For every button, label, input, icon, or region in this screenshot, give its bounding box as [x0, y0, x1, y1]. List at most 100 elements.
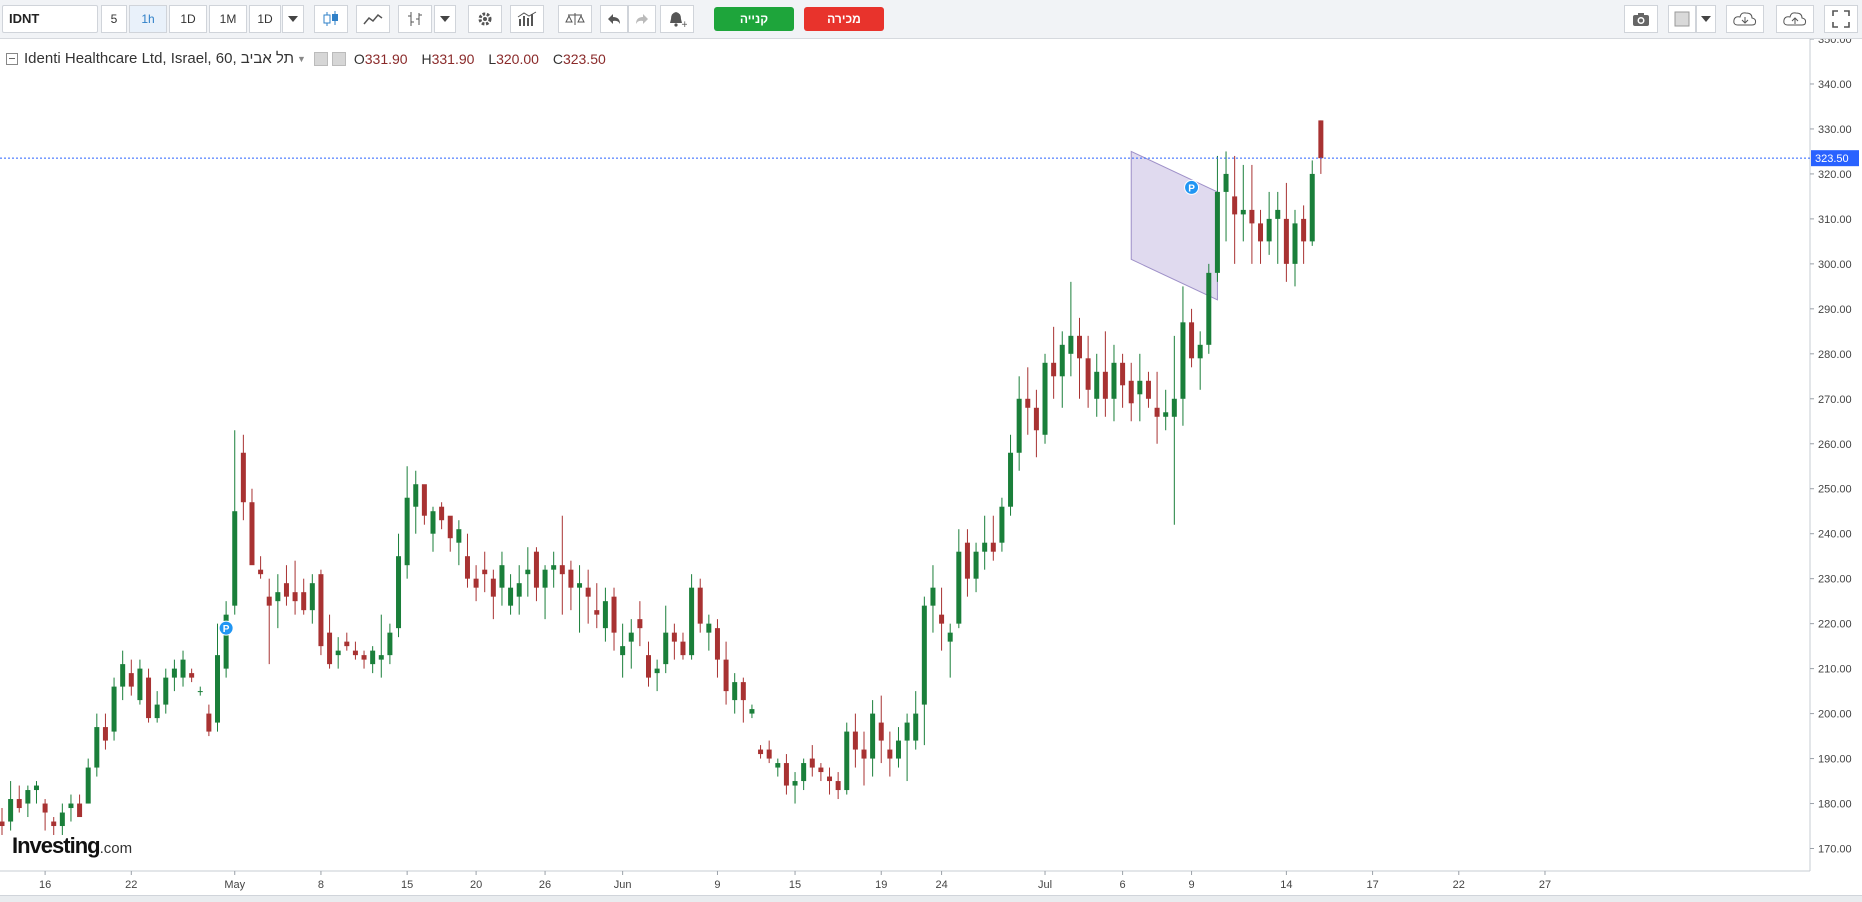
candle-body [378, 655, 384, 660]
open-value: 331.90 [364, 50, 408, 67]
current-price-label: 323.50 [1815, 153, 1849, 165]
dropdown-arrow-icon[interactable] [434, 5, 456, 33]
time-tick-label: Jul [1038, 879, 1052, 891]
candle-body [1249, 209, 1255, 224]
interval-1h-button[interactable]: 1h [129, 5, 167, 33]
candle-body [68, 803, 74, 809]
time-tick-label: 14 [1280, 879, 1292, 891]
price-tick-label: 340.00 [1818, 79, 1852, 91]
buy-button[interactable]: קנייה [714, 7, 794, 31]
candle-body [577, 583, 583, 588]
candle-body [628, 632, 634, 642]
candle-body [266, 596, 272, 606]
settings-gear-icon[interactable] [468, 5, 502, 33]
price-tick-label: 330.00 [1818, 124, 1852, 136]
candle-body [154, 704, 160, 719]
interval-1d-button[interactable]: 1D [169, 5, 207, 33]
candle-body [508, 587, 514, 606]
line-chart-icon[interactable] [356, 5, 390, 33]
redo-icon[interactable] [628, 5, 656, 33]
candle-body [559, 565, 565, 575]
candle-body [120, 664, 126, 687]
cloud-download-icon[interactable] [1726, 5, 1764, 33]
candle-body [1120, 362, 1126, 386]
candle-body [370, 650, 376, 665]
candle-body [111, 686, 117, 732]
time-tick-label: 6 [1120, 879, 1126, 891]
candle-body [1309, 173, 1315, 242]
price-tick-label: 200.00 [1818, 709, 1852, 721]
candle-body [1051, 362, 1057, 377]
fullscreen-icon[interactable] [1824, 5, 1858, 33]
candle-body [783, 763, 789, 786]
time-tick-label: 22 [1453, 879, 1465, 891]
candle-body [1059, 344, 1065, 377]
candle-body [421, 484, 427, 516]
candle-body [16, 799, 22, 809]
series-dropdown-icon[interactable]: ▼ [297, 54, 306, 64]
sell-button[interactable]: מכירה [804, 7, 884, 31]
candle-body [33, 785, 39, 791]
candle-body [964, 542, 970, 579]
cloud-upload-icon[interactable] [1776, 5, 1814, 33]
candle-body [85, 767, 91, 804]
plot-area[interactable] [0, 39, 1810, 871]
series-settings-icon[interactable] [331, 51, 346, 66]
candle-body [8, 799, 14, 822]
bar-style-icon[interactable] [398, 5, 432, 33]
candle-body [852, 731, 858, 750]
indicators-icon[interactable] [510, 5, 544, 33]
candle-body [137, 668, 143, 701]
candle-body [973, 551, 979, 579]
candle-body [301, 592, 307, 611]
candle-body [232, 511, 238, 606]
candle-body [775, 763, 781, 768]
candle-body [1189, 322, 1195, 359]
candle-body [878, 722, 884, 741]
close-value: 323.50 [562, 50, 606, 67]
time-tick-label: 8 [318, 879, 324, 891]
price-tick-label: 230.00 [1818, 574, 1852, 586]
visibility-icon[interactable] [313, 51, 328, 66]
interval-5m-button[interactable]: 5 [101, 5, 127, 33]
collapse-legend-icon[interactable] [6, 52, 18, 65]
candle-body [913, 713, 919, 741]
candle-body [801, 763, 807, 782]
time-tick-label: Jun [614, 879, 632, 891]
price-chart[interactable]: 323.50 P P 170.00 180.00 190.00 200.00 210.00… [0, 0, 1862, 901]
candle-body [1301, 218, 1307, 242]
candle-body [146, 677, 152, 719]
undo-icon[interactable] [600, 5, 628, 33]
candle-body [732, 682, 738, 701]
candle-body [620, 646, 626, 656]
candle-body [1171, 398, 1177, 417]
candle-body [163, 677, 169, 705]
candle-body [249, 502, 255, 566]
candle-body [283, 583, 289, 597]
candle-body [516, 583, 522, 597]
candle-body [396, 556, 402, 629]
candle-body [1145, 380, 1151, 399]
candle-body [1258, 223, 1264, 242]
candle-body [809, 758, 815, 768]
price-tick-label: 170.00 [1818, 844, 1852, 856]
time-axis[interactable]: 16 22 May 8 15 20 26 Jun 9 15 19 24 Jul 6 9 14 17 22 27 [39, 871, 1551, 891]
compare-scale-icon[interactable] [558, 5, 592, 33]
price-tick-label: 280.00 [1818, 349, 1852, 361]
interval-1d-alt-button[interactable]: 1D [249, 5, 281, 33]
candlestick-icon[interactable] [314, 5, 348, 33]
dropdown-arrow-icon[interactable] [282, 5, 304, 33]
candle-body [361, 655, 367, 660]
interval-1m-button[interactable]: 1M [209, 5, 247, 33]
candle-body [887, 749, 893, 759]
high-value: 331.90 [431, 50, 475, 67]
camera-icon[interactable] [1624, 5, 1658, 33]
time-tick-label: 20 [470, 879, 482, 891]
color-box-icon[interactable] [1668, 5, 1696, 33]
alert-bell-icon[interactable]: + [660, 5, 694, 33]
symbol-input[interactable]: IDNT [2, 5, 98, 33]
dropdown-arrow-icon[interactable] [1696, 5, 1716, 33]
candle-body [1068, 335, 1074, 354]
candle-body [766, 749, 772, 759]
candle-body [1197, 344, 1203, 359]
